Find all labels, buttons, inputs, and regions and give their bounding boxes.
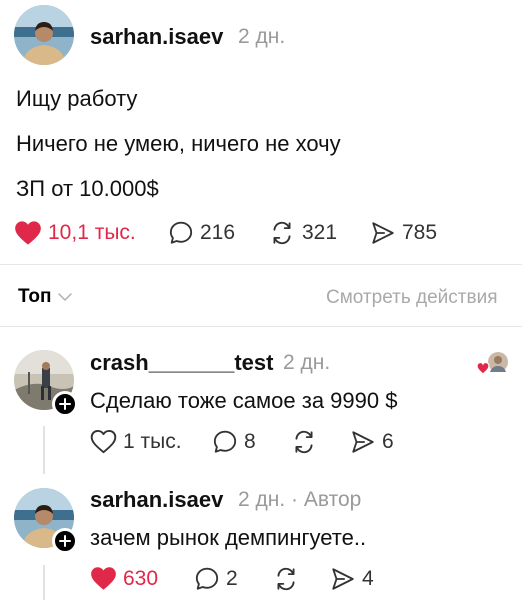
share-icon [372,222,394,244]
reply-1-time: 2 дн. [283,351,331,374]
comment-icon [195,567,219,590]
view-activity-link[interactable]: Смотреть действия [326,287,497,309]
plus-icon [59,535,71,547]
plus-icon [59,398,71,410]
heart-icon [90,429,117,454]
post-comment-button[interactable]: 216 [168,220,235,246]
reply-1-text: Сделаю тоже самое за 9990 $ [90,388,398,413]
comment-icon [213,430,237,453]
post-repost-button[interactable]: 321 [268,220,337,246]
reply-2-like-count: 630 [123,566,159,590]
repost-icon [277,567,295,591]
reply-1-comment-count: 8 [244,430,256,453]
reply-1-repost-button[interactable] [290,429,324,455]
post-comment-count: 216 [200,221,236,244]
repost-icon [295,430,313,454]
reply-1-username[interactable]: crash_______test [90,350,273,376]
reply-2-text: зачем рынок демпингуете.. [90,525,367,550]
reply-2-like-button[interactable]: 630 [90,566,158,591]
sort-divider [0,326,522,327]
sort-label: Топ [18,286,52,307]
post-repost-count: 321 [302,221,338,244]
post-author-avatar[interactable] [14,5,74,65]
post-line-2: Ничего не умею, ничего не хочу [16,131,341,156]
post-like-button[interactable]: 10,1 тыс. [14,220,136,246]
heart-filled-icon [91,567,116,590]
reply-2-time-text: 2 дн. [238,488,286,511]
repost-icon [273,221,291,245]
post-username[interactable]: sarhan.isaev [90,24,223,50]
post-line-1: Ищу работу [16,86,138,111]
share-icon [352,431,374,453]
reply-2-share-count: 4 [362,567,374,590]
reply-2-repost-button[interactable] [272,566,306,592]
share-icon [332,568,354,590]
reply-2-comment-count: 2 [226,567,238,590]
post-line-3: ЗП от 10.000$ [16,176,159,201]
reply-2-comment-button[interactable]: 2 [194,566,238,592]
reply-2-time: 2 дн. · Автор [238,488,361,512]
reply-1-like-count: 1 тыс. [123,429,182,453]
post-share-count: 785 [402,221,438,244]
post-time: 2 дн. [238,25,286,48]
reply-1-comment-button[interactable]: 8 [212,429,256,455]
heart-filled-icon [15,221,41,245]
post-divider [0,264,522,265]
reply-1-thread-line [43,426,45,474]
post-share-button[interactable]: 785 [370,220,437,246]
comment-icon [169,221,193,244]
author-liked-icon [476,352,508,375]
author-tag: · Автор [291,488,362,511]
reply-1-follow-button[interactable] [52,391,78,417]
chevron-down-icon [57,293,72,301]
sort-dropdown[interactable]: Топ [18,286,72,308]
reply-2-follow-button[interactable] [52,528,78,554]
reply-1-share-button[interactable]: 6 [350,429,394,455]
post-like-count: 10,1 тыс. [48,221,136,244]
reply-1-share-count: 6 [382,430,394,453]
reply-2-thread-line [43,565,45,600]
reply-2-username[interactable]: sarhan.isaev [90,487,223,513]
reply-2-share-button[interactable]: 4 [330,566,374,592]
reply-1-like-button[interactable]: 1 тыс. [90,429,182,454]
